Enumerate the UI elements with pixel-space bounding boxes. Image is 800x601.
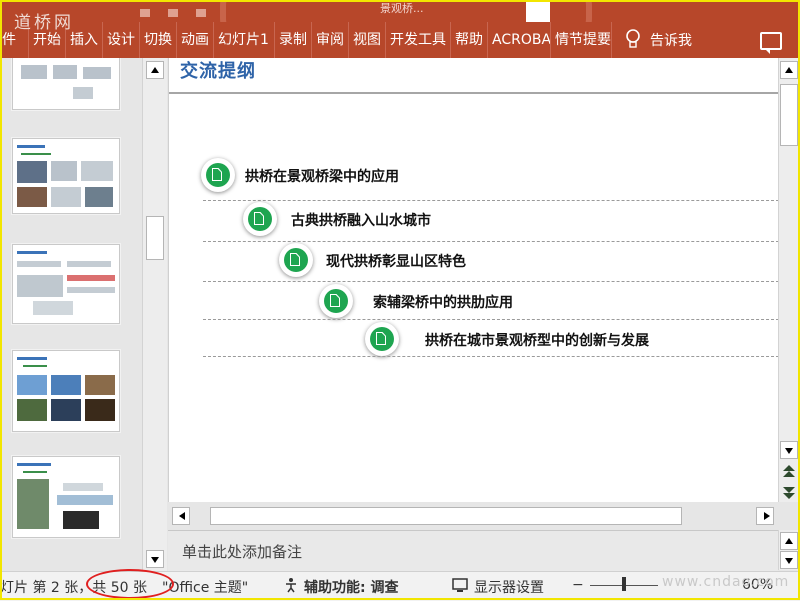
thumbnail-scrollbar[interactable]	[142, 58, 167, 571]
tab-slideshow[interactable]: 幻灯片1	[214, 22, 275, 58]
tab-acrobat[interactable]: ACROBAT	[488, 22, 551, 58]
accessibility-icon[interactable]	[284, 577, 300, 597]
tab-review[interactable]: 审阅	[312, 22, 349, 58]
slide-scrollbar[interactable]	[778, 58, 800, 502]
accessibility-status[interactable]: 辅助功能: 调查	[304, 577, 398, 597]
window-control[interactable]	[526, 0, 550, 22]
outline-item[interactable]: 拱桥在景观桥梁中的应用	[201, 158, 761, 198]
outline-item[interactable]: 现代拱桥彰显山区特色	[279, 243, 759, 283]
slide-canvas[interactable]: 交流提纲 拱桥在景观桥梁中的应用 古典拱桥融入山水城市 现代拱桥彰显山区特色 索…	[168, 58, 779, 502]
slide-thumbnail[interactable]	[12, 350, 120, 432]
theme-name: "Office 主题"	[162, 580, 249, 596]
divider	[203, 319, 779, 320]
quick-access-toolbar[interactable]	[140, 2, 230, 17]
tab-storyboard[interactable]: 情节提要	[551, 22, 612, 58]
display-settings-icon[interactable]	[452, 577, 470, 597]
horizontal-scrollbar[interactable]	[168, 504, 778, 528]
document-icon	[365, 322, 399, 356]
slide-thumbnail[interactable]	[12, 456, 120, 538]
scroll-up-button[interactable]	[146, 61, 164, 79]
comments-icon[interactable]	[760, 32, 782, 54]
notes-placeholder: 单击此处添加备注	[182, 543, 303, 561]
zoom-out-button[interactable]: −	[572, 577, 584, 593]
notes-scrollbar[interactable]	[778, 530, 800, 570]
divider	[203, 356, 779, 357]
tell-me-search[interactable]: 告诉我	[650, 30, 692, 50]
outline-item-label: 拱桥在景观桥梁中的应用	[245, 169, 399, 185]
outline-item-label: 古典拱桥融入山水城市	[291, 213, 431, 229]
slide-thumbnail[interactable]	[12, 244, 120, 324]
scroll-thumb[interactable]	[210, 507, 682, 525]
lightbulb-icon[interactable]	[624, 22, 642, 58]
slide-thumbnail-pane[interactable]	[0, 58, 142, 571]
zoom-slider-thumb[interactable]	[622, 577, 626, 591]
tab-developer[interactable]: 开发工具	[386, 22, 451, 58]
tab-design[interactable]: 设计	[103, 22, 140, 58]
scroll-thumb[interactable]	[780, 84, 798, 146]
outline-item-label: 拱桥在城市景观桥型中的创新与发展	[425, 333, 649, 349]
tab-help[interactable]: 帮助	[451, 22, 488, 58]
divider	[203, 281, 779, 282]
notes-pane[interactable]: 单击此处添加备注	[168, 530, 778, 571]
scroll-down-button[interactable]	[780, 551, 798, 569]
outline-item-label: 索辅梁桥中的拱肋应用	[373, 295, 513, 311]
scroll-right-button[interactable]	[756, 507, 774, 525]
slide-thumbnail[interactable]	[12, 58, 120, 110]
watermark-url: www.cndao.com	[662, 574, 790, 590]
document-title: 景观桥...	[380, 2, 424, 15]
scroll-thumb[interactable]	[146, 216, 164, 260]
slide-thumbnail[interactable]	[12, 138, 120, 214]
prev-next-slide-buttons[interactable]	[780, 461, 798, 501]
display-settings[interactable]: 显示器设置	[474, 577, 544, 597]
title-bar: 景观桥...	[0, 0, 800, 22]
document-icon	[279, 243, 313, 277]
tab-animations[interactable]: 动画	[177, 22, 214, 58]
document-icon	[243, 202, 277, 236]
scroll-up-button[interactable]	[780, 61, 798, 79]
divider	[203, 200, 779, 201]
document-icon	[201, 158, 235, 192]
divider	[203, 241, 779, 242]
tab-record[interactable]: 录制	[275, 22, 312, 58]
annotation-circle	[86, 569, 174, 599]
tab-transitions[interactable]: 切换	[140, 22, 177, 58]
outline-item[interactable]: 古典拱桥融入山水城市	[243, 202, 763, 242]
scroll-left-button[interactable]	[172, 507, 190, 525]
outline-item-label: 现代拱桥彰显山区特色	[326, 254, 466, 270]
scroll-down-button[interactable]	[146, 550, 164, 568]
slide-title[interactable]: 交流提纲	[180, 58, 256, 83]
scroll-up-button[interactable]	[780, 532, 798, 550]
ribbon-tabs: 件 开始 插入 设计 切换 动画 幻灯片1 录制 审阅 视图 开发工具 帮助 A…	[0, 22, 800, 58]
outline-item[interactable]: 索辅梁桥中的拱肋应用	[319, 284, 759, 324]
document-icon	[319, 284, 353, 318]
title-underline	[169, 92, 779, 94]
watermark-logo: 道桥网	[14, 13, 74, 33]
scroll-down-button[interactable]	[780, 441, 798, 459]
tab-view[interactable]: 视图	[349, 22, 386, 58]
